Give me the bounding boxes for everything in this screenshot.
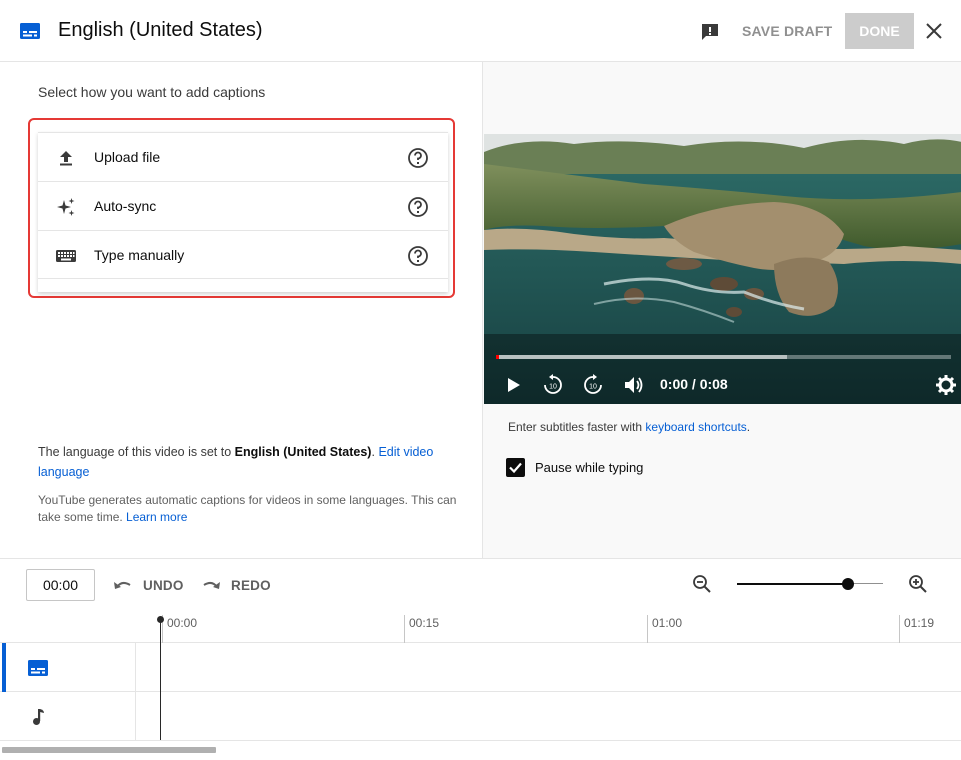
help-icon[interactable] bbox=[407, 245, 429, 267]
ruler-tick: 01:00 bbox=[647, 615, 682, 643]
help-icon[interactable] bbox=[407, 196, 429, 218]
shortcut-note-text: Enter subtitles faster with bbox=[508, 420, 646, 434]
ruler-tick: 01:19 bbox=[899, 615, 934, 643]
rewind-10-icon[interactable]: 10 bbox=[542, 374, 564, 396]
dialog-header: English (United States) SAVE DRAFT DONE bbox=[0, 0, 961, 62]
timeline-ruler[interactable]: 00:00 00:15 01:00 01:19 bbox=[0, 609, 961, 643]
undo-icon bbox=[114, 581, 131, 589]
auto-sync-label: Auto-sync bbox=[94, 198, 157, 214]
upload-file-label: Upload file bbox=[94, 149, 161, 165]
timeline-panel: UNDO REDO 00:00 00:15 01:00 01:19 bbox=[0, 558, 961, 760]
auto-captions-note: YouTube generates automatic captions for… bbox=[38, 492, 458, 526]
video-player[interactable]: 10 10 0:00 / 0:08 bbox=[484, 134, 961, 404]
pause-while-typing-checkbox[interactable] bbox=[506, 458, 525, 477]
dialog-title: English (United States) bbox=[58, 19, 263, 41]
play-icon[interactable] bbox=[502, 374, 524, 396]
shortcut-note: Enter subtitles faster with keyboard sho… bbox=[508, 420, 750, 434]
auto-captions-text: YouTube generates automatic captions for… bbox=[38, 493, 457, 524]
upload-file-option[interactable]: Upload file bbox=[38, 132, 448, 181]
settings-gear-icon[interactable] bbox=[935, 374, 957, 396]
checkmark-icon bbox=[509, 462, 522, 474]
subtitles-icon bbox=[28, 660, 48, 676]
help-icon[interactable] bbox=[407, 147, 429, 169]
language-note: The language of this video is set to Eng… bbox=[38, 442, 448, 482]
video-frame bbox=[484, 134, 961, 404]
subtitle-track[interactable] bbox=[0, 643, 961, 692]
language-note-prefix: The language of this video is set to bbox=[38, 445, 235, 459]
current-time-input[interactable] bbox=[26, 569, 95, 601]
audio-track[interactable] bbox=[0, 692, 961, 741]
progress-played bbox=[496, 355, 499, 359]
undo-label: UNDO bbox=[143, 578, 184, 593]
type-manually-option[interactable]: Type manually bbox=[38, 230, 448, 279]
feedback-icon[interactable] bbox=[700, 22, 720, 42]
subtitles-icon bbox=[20, 23, 40, 39]
subtitle-track-header bbox=[0, 643, 136, 692]
redo-label: REDO bbox=[231, 578, 271, 593]
preview-panel: 10 10 0:00 / 0:08 Enter subtitles faster… bbox=[482, 62, 961, 558]
forward-10-icon[interactable]: 10 bbox=[582, 374, 604, 396]
time-display: 0:00 / 0:08 bbox=[660, 376, 728, 392]
caption-method-prompt: Select how you want to add captions bbox=[38, 84, 266, 100]
redo-icon bbox=[203, 581, 220, 589]
music-note-icon bbox=[33, 709, 44, 725]
horizontal-scrollbar[interactable] bbox=[2, 747, 216, 753]
playhead[interactable] bbox=[160, 620, 161, 740]
type-manually-label: Type manually bbox=[94, 247, 185, 263]
audio-track-header bbox=[0, 692, 136, 741]
zoom-in-icon[interactable] bbox=[908, 574, 928, 594]
shortcut-note-suffix: . bbox=[746, 420, 751, 434]
progress-buffered bbox=[496, 355, 787, 359]
ruler-tick: 00:00 bbox=[162, 615, 197, 643]
learn-more-link[interactable]: Learn more bbox=[126, 510, 187, 524]
sparkle-icon bbox=[57, 198, 75, 216]
volume-icon[interactable] bbox=[622, 374, 644, 396]
close-icon[interactable] bbox=[924, 21, 944, 41]
pause-while-typing-label: Pause while typing bbox=[535, 460, 644, 475]
save-draft-button[interactable]: SAVE DRAFT bbox=[732, 14, 842, 48]
caption-method-panel: Select how you want to add captions Uplo… bbox=[2, 62, 482, 558]
auto-sync-option[interactable]: Auto-sync bbox=[38, 181, 448, 230]
done-button[interactable]: DONE bbox=[845, 13, 914, 49]
ruler-tick: 00:15 bbox=[404, 615, 439, 643]
keyboard-shortcuts-link[interactable]: keyboard shortcuts bbox=[645, 420, 746, 434]
zoom-slider-track[interactable] bbox=[737, 583, 848, 585]
keyboard-icon bbox=[56, 250, 76, 262]
svg-text:10: 10 bbox=[589, 384, 597, 391]
upload-icon bbox=[60, 151, 72, 166]
zoom-out-icon[interactable] bbox=[692, 574, 712, 594]
svg-text:10: 10 bbox=[549, 384, 557, 391]
zoom-slider-handle[interactable] bbox=[842, 578, 854, 590]
caption-method-list: Upload file Auto-sync Type manually bbox=[38, 132, 448, 292]
video-language: English (United States) bbox=[234, 445, 372, 459]
